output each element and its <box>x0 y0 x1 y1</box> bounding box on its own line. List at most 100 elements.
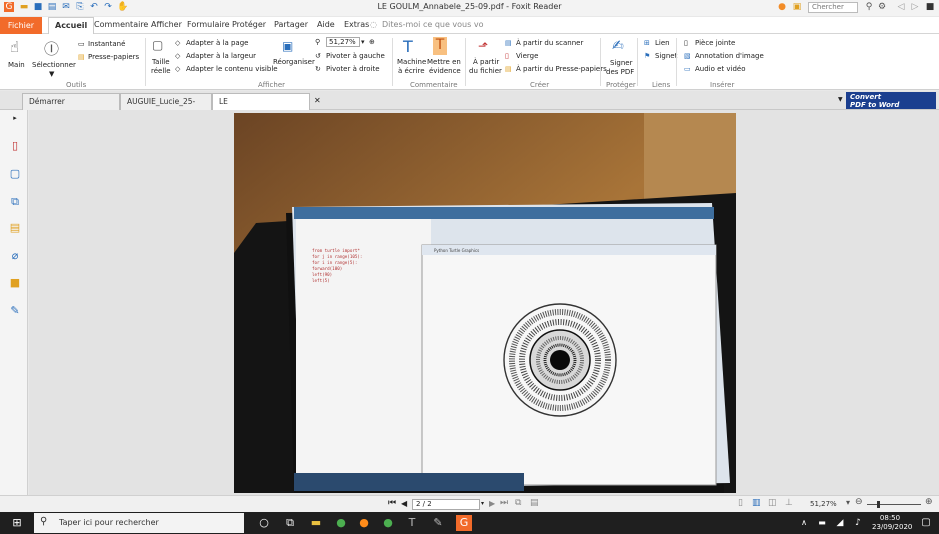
pen-icon[interactable]: ✎ <box>430 515 446 531</box>
code-line: left(5) <box>312 278 330 283</box>
bookmark-button[interactable]: Signet <box>655 52 677 60</box>
sign-button[interactable]: Signer <box>610 59 632 67</box>
hand-tool-button[interactable]: Main <box>8 61 25 69</box>
fit-page-nav-icon[interactable]: ⧉ <box>515 498 521 508</box>
attachment-button[interactable]: Pièce jointe <box>695 39 735 47</box>
split-view-icon[interactable]: ⊥ <box>785 498 793 508</box>
folder-search-icon[interactable]: ▣ <box>792 2 802 12</box>
foxit-taskbar-icon[interactable]: G <box>456 515 472 531</box>
tab-proteger[interactable]: Protéger <box>232 20 266 29</box>
cortana-icon[interactable]: ○ <box>256 515 272 531</box>
highlight-button[interactable]: Mettre en <box>427 58 461 66</box>
firefox-icon[interactable]: ● <box>356 515 372 531</box>
tray-chevron-icon[interactable]: ∧ <box>796 515 812 531</box>
fit-visible-button[interactable]: Adapter le contenu visible <box>186 65 278 73</box>
zoom-slider-handle[interactable] <box>877 501 880 508</box>
taskbar-search-input[interactable]: Taper ici pour rechercher <box>34 513 244 533</box>
first-page-icon[interactable]: ⏮ <box>388 498 396 508</box>
battery-icon[interactable]: ▬ <box>814 515 830 531</box>
last-page-icon[interactable]: ⏭ <box>500 498 508 508</box>
zoom-in-icon[interactable]: ⊕ <box>369 38 375 46</box>
expand-panel-icon[interactable]: ▸ <box>9 112 21 124</box>
snapshot-button[interactable]: Instantané <box>88 40 125 48</box>
tab-accueil[interactable]: Accueil <box>48 17 95 34</box>
windows-start-icon[interactable]: ⊞ <box>9 515 25 531</box>
typewriter-button[interactable]: Machine <box>397 58 426 66</box>
from-file-button-label-2: du fichier <box>469 67 502 75</box>
pages-panel-icon[interactable]: ▢ <box>9 168 21 180</box>
next-icon[interactable]: ▷ <box>910 2 920 12</box>
network-icon[interactable]: ◢ <box>832 515 848 531</box>
previous-icon[interactable]: ◁ <box>896 2 906 12</box>
select-tool-button[interactable]: Sélectionner <box>32 61 76 69</box>
notifications-icon[interactable]: ▢ <box>918 515 934 531</box>
zoom-in-icon[interactable]: ⊕ <box>925 497 933 507</box>
security-panel-icon[interactable]: ■ <box>9 277 21 289</box>
pin-icon[interactable]: ■ <box>925 2 935 12</box>
from-clipboard-button[interactable]: À partir du Presse-papiers <box>516 65 607 73</box>
clipboard-button[interactable]: Presse-papiers <box>88 53 139 61</box>
from-scanner-button[interactable]: À partir du scanner <box>516 39 583 47</box>
continuous-page-view-icon[interactable]: ▥ <box>752 498 761 508</box>
from-file-button[interactable]: À partir <box>473 58 499 66</box>
file-explorer-icon[interactable]: ▬ <box>308 515 324 531</box>
layers-panel-icon[interactable]: ⧉ <box>9 196 21 208</box>
continuous-view-icon[interactable]: ▤ <box>530 498 539 508</box>
teams-icon[interactable]: T <box>404 515 420 531</box>
previous-page-icon[interactable]: ◀ <box>401 499 407 508</box>
page-navigation-bar: ⏮ ◀ 2 / 2 ▾ ▶ ⏭ ⧉ ▤ ▯ ▥ ◫ ⊥ 51,27% ▾ ⊖ ⊕ <box>0 495 939 512</box>
zoom-out-icon[interactable]: ⊖ <box>855 497 863 507</box>
tab-extras[interactable]: Extras <box>344 20 369 29</box>
fit-width-button[interactable]: Adapter à la largeur <box>186 52 256 60</box>
settings-icon[interactable]: ⚙ <box>877 2 887 12</box>
tab-document-auguie[interactable]: AUGUIE_Lucie_25-09.pdf <box>120 93 212 122</box>
link-button[interactable]: Lien <box>655 39 670 47</box>
chrome-icon-2[interactable]: ● <box>380 515 396 531</box>
signatures-panel-icon[interactable]: ✎ <box>9 305 21 317</box>
zoom-dropdown-icon[interactable]: ▾ <box>846 498 850 507</box>
close-tab-icon[interactable]: ✕ <box>314 96 321 105</box>
search-icon[interactable]: ⚲ <box>864 2 874 12</box>
audio-video-button[interactable]: Audio et vidéo <box>695 65 746 73</box>
clock[interactable]: 08:50 23/09/2020 <box>872 514 912 532</box>
tab-commentaire[interactable]: Commentaire <box>94 20 148 29</box>
zoom-select[interactable]: 51,27% <box>326 37 360 47</box>
bookmarks-panel-icon[interactable]: ▯ <box>9 140 21 152</box>
task-view-icon[interactable]: ⧉ <box>282 515 298 531</box>
tab-aide[interactable]: Aide <box>317 20 335 29</box>
tab-document-le-goulm[interactable]: LE GOULM_Annabele_2... <box>212 93 310 122</box>
select-tool-icon: Ⓘ <box>44 40 60 58</box>
tab-fichier[interactable]: Fichier <box>0 17 42 34</box>
blank-button[interactable]: Vierge <box>516 52 538 60</box>
zoom-slider[interactable] <box>867 504 921 505</box>
page-dropdown-icon[interactable]: ▾ <box>481 500 484 507</box>
tell-me-input[interactable]: Dites-moi ce que vous vo <box>382 20 483 29</box>
volume-icon[interactable]: ♪ <box>850 515 866 531</box>
comments-panel-icon[interactable]: ▤ <box>9 222 21 234</box>
tab-afficher[interactable]: Afficher <box>151 20 182 29</box>
reorganize-button[interactable]: Réorganiser <box>273 58 315 66</box>
search-input[interactable]: Chercher <box>808 2 858 13</box>
feedback-icon[interactable]: ● <box>777 2 787 12</box>
attachments-panel-icon[interactable]: ⌀ <box>9 250 21 262</box>
tab-start[interactable]: Démarrer <box>22 93 120 110</box>
rotate-left-button[interactable]: Pivoter à gauche <box>326 52 385 60</box>
tabs-dropdown-icon[interactable]: ▼ <box>838 96 843 103</box>
tab-partager[interactable]: Partager <box>274 20 308 29</box>
select-dropdown-icon[interactable]: ▼ <box>49 70 54 78</box>
zoom-dropdown-icon[interactable]: ▾ <box>361 38 365 46</box>
zoom-level[interactable]: 51,27% <box>810 500 837 508</box>
facing-view-icon[interactable]: ◫ <box>768 498 777 508</box>
next-page-icon[interactable]: ▶ <box>489 499 495 508</box>
image-annotation-button[interactable]: Annotation d'image <box>695 52 764 60</box>
convert-pdf-to-word-banner[interactable]: Convert PDF to Word <box>846 92 936 109</box>
image-annotation-icon: ▧ <box>684 52 691 60</box>
actual-size-button[interactable]: Taille <box>152 58 170 66</box>
tab-formulaire[interactable]: Formulaire <box>187 20 230 29</box>
chrome-icon[interactable]: ● <box>333 515 349 531</box>
document-view[interactable]: from turtle import* for j in range(105):… <box>29 110 939 495</box>
page-number-input[interactable]: 2 / 2 <box>412 499 480 510</box>
rotate-right-button[interactable]: Pivoter à droite <box>326 65 380 73</box>
single-page-view-icon[interactable]: ▯ <box>738 498 743 508</box>
fit-page-button[interactable]: Adapter à la page <box>186 39 248 47</box>
